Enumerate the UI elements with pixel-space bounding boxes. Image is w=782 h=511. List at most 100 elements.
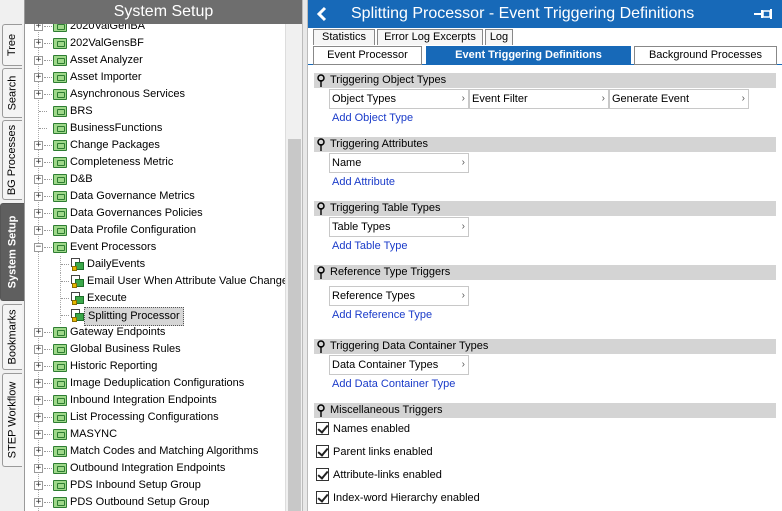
tree-item-processor[interactable]: Email User When Attribute Value Changes — [25, 273, 293, 290]
checkbox[interactable] — [316, 468, 329, 481]
tree-item-label: Change Packages — [70, 139, 160, 151]
expand-icon[interactable]: + — [34, 56, 43, 65]
column-event-filter[interactable]: Event Filter › — [469, 89, 609, 109]
expand-icon[interactable]: + — [34, 209, 43, 218]
tab-event-processor[interactable]: Event Processor — [313, 46, 422, 65]
tree-item-folder[interactable]: + Image Deduplication Configurations — [25, 375, 285, 392]
expand-icon[interactable]: + — [34, 413, 43, 422]
column-name[interactable]: Name › — [329, 153, 469, 173]
tab-background-processes[interactable]: Background Processes — [634, 46, 777, 65]
tree-item-folder[interactable]: BusinessFunctions — [25, 120, 285, 137]
tree-item-folder[interactable]: + Completeness Metric — [25, 154, 285, 171]
collapse-icon[interactable]: − — [34, 243, 43, 252]
vtab-bookmarks[interactable]: Bookmarks — [2, 304, 22, 370]
tree-item-label: Inbound Integration Endpoints — [70, 394, 217, 406]
column-table-types[interactable]: Table Types › — [329, 217, 469, 237]
expand-icon[interactable]: + — [34, 447, 43, 456]
tree-item-folder[interactable]: BRS — [25, 103, 285, 120]
folder-icon — [53, 123, 67, 134]
expand-icon[interactable]: + — [34, 24, 43, 31]
tree-item-label: Global Business Rules — [70, 343, 181, 355]
expand-icon[interactable]: + — [34, 379, 43, 388]
checkbox[interactable] — [316, 445, 329, 458]
tree-connector — [44, 179, 52, 180]
tab-error-log-excerpts[interactable]: Error Log Excerpts — [377, 29, 483, 45]
tree-item-processor[interactable]: DailyEvents — [25, 256, 285, 273]
expand-icon[interactable]: + — [34, 498, 43, 507]
expand-icon[interactable]: + — [34, 73, 43, 82]
tree-item-folder[interactable]: − Event Processors — [25, 239, 285, 256]
tree-item-folder[interactable]: + Data Profile Configuration — [25, 222, 285, 239]
tree-item-folder[interactable]: + PDS Inbound Setup Group — [25, 477, 285, 494]
expand-icon[interactable]: + — [34, 362, 43, 371]
tree-item-folder[interactable]: + Asset Importer — [25, 69, 285, 86]
tree-connector — [44, 247, 52, 248]
scroll-thumb[interactable] — [288, 139, 301, 511]
checkbox[interactable] — [316, 422, 329, 435]
expand-icon[interactable]: + — [34, 430, 43, 439]
folder-icon — [53, 378, 67, 389]
tree-item-folder[interactable]: + Asynchronous Services — [25, 86, 285, 103]
tab-event-triggering-definitions[interactable]: Event Triggering Definitions — [426, 46, 631, 65]
expand-icon[interactable]: + — [34, 158, 43, 167]
tree-item-folder[interactable]: + Historic Reporting — [25, 358, 285, 375]
tree-item-folder[interactable]: + Gateway Endpoints — [25, 324, 285, 341]
tree-item-folder[interactable]: + MASYNC — [25, 426, 285, 443]
column-object-types[interactable]: Object Types › — [329, 89, 469, 109]
expand-icon[interactable]: + — [34, 464, 43, 473]
section-reference-type-triggers: Reference Type Triggers — [314, 265, 776, 280]
column-data-container-types[interactable]: Data Container Types › — [329, 355, 469, 375]
add-data-container-type-link[interactable]: Add Data Container Type — [332, 378, 455, 390]
expand-icon[interactable]: + — [34, 141, 43, 150]
pin-icon[interactable] — [754, 7, 772, 21]
tree-item-folder[interactable]: + Match Codes and Matching Algorithms — [25, 443, 285, 460]
vtab-system-setup[interactable]: System Setup — [0, 203, 24, 301]
expand-icon[interactable]: + — [34, 90, 43, 99]
vtab-bg-processes[interactable]: BG Processes — [2, 120, 22, 200]
tree-item-folder[interactable]: + Inbound Integration Endpoints — [25, 392, 285, 409]
column-reference-types[interactable]: Reference Types › — [329, 286, 469, 306]
expand-icon[interactable]: + — [34, 39, 43, 48]
expand-icon[interactable]: + — [34, 226, 43, 235]
column-generate-event[interactable]: Generate Event › — [609, 89, 749, 109]
tab-log[interactable]: Log — [485, 29, 513, 45]
tree-scrollbar[interactable] — [285, 24, 302, 511]
tree-item-folder[interactable]: +2020ValGenBA — [25, 24, 285, 35]
vtab-search[interactable]: Search — [2, 68, 22, 118]
vtab-tree[interactable]: Tree — [2, 24, 22, 66]
expand-icon[interactable]: + — [34, 345, 43, 354]
panel-title: System Setup — [25, 0, 302, 24]
expand-icon[interactable]: + — [34, 396, 43, 405]
tree-connector — [44, 94, 52, 95]
vtab-step-workflow[interactable]: STEP Workflow — [2, 373, 22, 467]
add-table-type-link[interactable]: Add Table Type — [332, 240, 407, 252]
tree-item-folder[interactable]: + D&B — [25, 171, 285, 188]
tree-connector — [44, 485, 52, 486]
tree-item-folder[interactable]: + Outbound Integration Endpoints — [25, 460, 285, 477]
tree-item-processor[interactable]: Splitting Processor — [25, 307, 285, 326]
tree-item-folder[interactable]: + Data Governance Metrics — [25, 188, 285, 205]
tree-item-folder[interactable]: +202ValGensBF — [25, 35, 285, 52]
expand-icon[interactable]: + — [34, 481, 43, 490]
add-object-type-link[interactable]: Add Object Type — [332, 112, 413, 124]
back-arrow-icon[interactable] — [314, 6, 330, 22]
expand-icon[interactable]: + — [34, 175, 43, 184]
expand-icon[interactable]: + — [34, 328, 43, 337]
tree-item-folder[interactable]: + Change Packages — [25, 137, 285, 154]
tree-item-folder[interactable]: + Data Governances Policies — [25, 205, 285, 222]
tree-item-processor[interactable]: Execute — [25, 290, 285, 307]
tree-view[interactable]: +2020ValGenBA +202ValGensBF + Asset Analyze… — [25, 24, 302, 511]
tree-item-folder[interactable]: + Asset Analyzer — [25, 52, 285, 69]
expand-icon[interactable]: + — [34, 192, 43, 201]
tree-item-label: PDS Inbound Setup Group — [70, 479, 201, 491]
add-attribute-link[interactable]: Add Attribute — [332, 176, 395, 188]
checkbox[interactable] — [316, 491, 329, 504]
tree-connector — [44, 162, 52, 163]
pin-icon — [317, 138, 325, 151]
tree-item-folder[interactable]: + PDS Outbound Setup Group — [25, 494, 285, 511]
tree-item-folder[interactable]: + Global Business Rules — [25, 341, 285, 358]
tab-statistics[interactable]: Statistics — [313, 29, 375, 45]
tree-item-folder[interactable]: + List Processing Configurations — [25, 409, 285, 426]
folder-icon — [53, 242, 67, 253]
add-reference-type-link[interactable]: Add Reference Type — [332, 309, 432, 321]
